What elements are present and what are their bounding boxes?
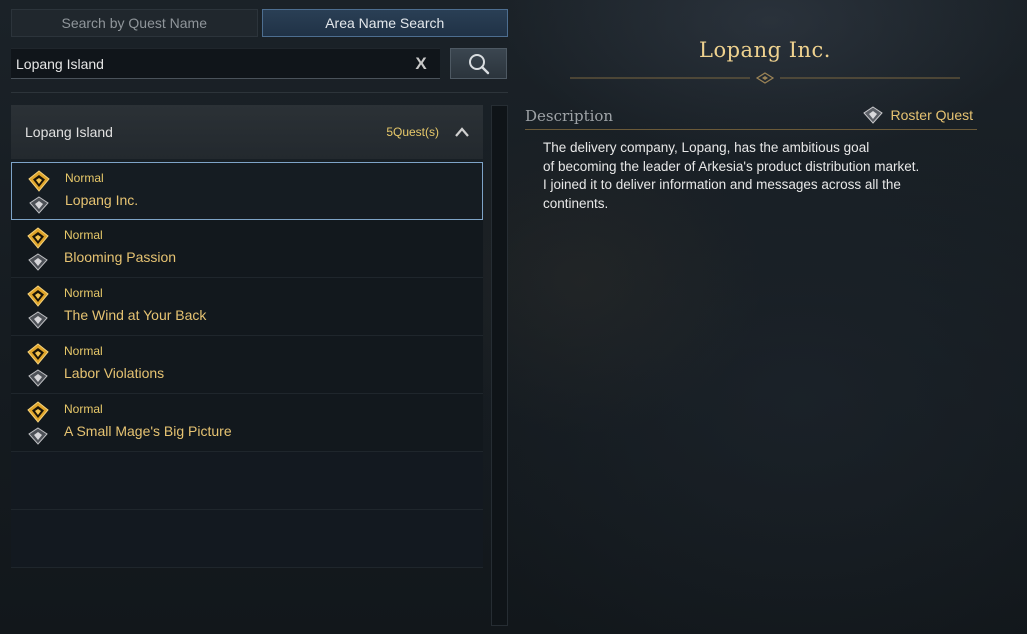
- quest-name: Labor Violations: [64, 365, 165, 381]
- quest-type-label: Normal: [64, 402, 103, 416]
- quest-row[interactable]: Normal A Small Mage's Big Picture: [11, 394, 483, 452]
- search-icon: [468, 53, 489, 74]
- clear-search-button[interactable]: X: [408, 51, 434, 77]
- quest-type-icon: [27, 285, 49, 307]
- roster-quest-icon: [862, 106, 883, 124]
- quest-row[interactable]: Normal Blooming Passion: [11, 220, 483, 278]
- search-button[interactable]: [450, 48, 507, 79]
- search-input[interactable]: [11, 49, 408, 78]
- chevron-up-icon: [455, 127, 469, 137]
- description-line: of becoming the leader of Arkesia's prod…: [543, 158, 920, 174]
- divider: [11, 92, 508, 93]
- quest-row[interactable]: Normal Labor Violations: [11, 336, 483, 394]
- roster-quest-badge: Roster Quest: [862, 106, 973, 124]
- quest-row[interactable]: Normal Lopang Inc.: [11, 162, 483, 220]
- clear-icon: X: [415, 53, 427, 73]
- description-label: Description: [525, 107, 614, 125]
- quest-row[interactable]: Normal The Wind at Your Back: [11, 278, 483, 336]
- quest-type-icon: [27, 227, 49, 249]
- area-name: Lopang Island: [25, 124, 113, 140]
- scrollbar[interactable]: [491, 105, 508, 626]
- tab-area-name-search[interactable]: Area Name Search: [261, 9, 508, 37]
- quest-list: Lopang Island 5Quest(s) Normal Lopang Inc…: [11, 105, 483, 626]
- roster-quest-icon: [28, 253, 48, 271]
- roster-quest-icon: [28, 311, 48, 329]
- search-field: X: [11, 48, 440, 79]
- empty-row: [11, 510, 483, 568]
- description-line: The delivery company, Lopang, has the am…: [543, 140, 870, 155]
- quest-rows: Normal Lopang Inc. Normal Blooming Passion N…: [11, 162, 483, 568]
- quest-name: Lopang Inc.: [65, 192, 139, 208]
- search-mode-tabs: Search by Quest Name Area Name Search: [11, 9, 508, 37]
- quest-type-icon: [28, 170, 50, 192]
- quest-type-label: Normal: [65, 171, 104, 185]
- tab-search-by-quest-name[interactable]: Search by Quest Name: [11, 9, 258, 37]
- quest-type-label: Normal: [64, 286, 103, 300]
- description-line: I joined it to deliver information and m…: [543, 177, 901, 192]
- quest-type-icon: [27, 401, 49, 423]
- quest-type-label: Normal: [64, 228, 103, 242]
- quest-description: The delivery company, Lopang, has the am…: [543, 139, 973, 213]
- quest-title-area: Lopang Inc.: [560, 32, 970, 84]
- title-ornament: [570, 72, 960, 84]
- roster-quest-icon: [29, 196, 49, 214]
- quest-type-icon: [27, 343, 49, 365]
- area-header[interactable]: Lopang Island 5Quest(s): [11, 105, 483, 159]
- quest-title: Lopang Inc.: [699, 38, 831, 62]
- quest-count: 5Quest(s): [386, 125, 439, 139]
- collapse-button[interactable]: [455, 125, 469, 139]
- description-divider: [525, 129, 977, 130]
- description-header: Description Roster Quest: [525, 104, 977, 130]
- search-bar: X: [11, 48, 508, 79]
- roster-quest-icon: [28, 427, 48, 445]
- quest-name: A Small Mage's Big Picture: [64, 423, 232, 439]
- empty-row: [11, 452, 483, 510]
- quest-name: The Wind at Your Back: [64, 307, 207, 323]
- quest-name: Blooming Passion: [64, 249, 177, 265]
- roster-quest-icon: [28, 369, 48, 387]
- description-line: continents.: [543, 195, 609, 211]
- quest-type-label: Normal: [64, 344, 103, 358]
- roster-quest-label: Roster Quest: [890, 107, 973, 123]
